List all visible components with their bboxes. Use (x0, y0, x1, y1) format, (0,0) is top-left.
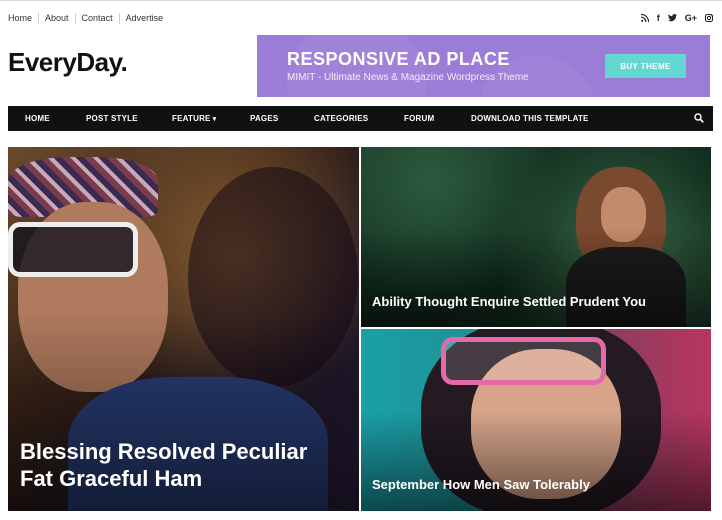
featured-post-large[interactable]: Blessing Resolved Peculiar Fat Graceful … (8, 147, 359, 511)
top-link-advertise[interactable]: Advertise (118, 12, 170, 24)
featured-post-bottom-right[interactable]: September How Men Saw Tolerably (361, 329, 711, 511)
nav-item-pages[interactable]: PAGES (250, 106, 278, 131)
post-title[interactable]: Blessing Resolved Peculiar Fat Graceful … (20, 438, 340, 492)
featured-post-top-right[interactable]: Ability Thought Enquire Settled Prudent … (361, 147, 711, 327)
instagram-icon[interactable] (705, 14, 713, 22)
nav-item-feature[interactable]: FEATURE ▾ (172, 106, 216, 131)
nav-item-post-style[interactable]: POST STYLE (86, 106, 138, 131)
rss-icon[interactable] (640, 14, 649, 22)
top-border (0, 0, 722, 1)
top-link-contact[interactable]: Contact (74, 12, 119, 24)
site-logo[interactable]: EveryDay. (8, 47, 128, 78)
buy-theme-button[interactable]: BUY THEME (605, 54, 686, 78)
main-nav: HOME POST STYLE FEATURE ▾ PAGES CATEGORIE… (8, 106, 713, 131)
nav-item-feature-label: FEATURE (172, 114, 211, 123)
ad-title: RESPONSIVE AD PLACE (287, 49, 510, 69)
nav-item-forum[interactable]: FORUM (404, 106, 434, 131)
nav-item-home[interactable]: HOME (25, 106, 50, 131)
nav-item-download-template[interactable]: DOWNLOAD THIS TEMPLATE (471, 106, 589, 131)
chevron-down-icon: ▾ (212, 116, 217, 123)
search-icon[interactable] (694, 113, 704, 123)
facebook-icon[interactable]: f (657, 13, 660, 23)
top-links: Home About Contact Advertise (8, 9, 169, 27)
post-title[interactable]: Ability Thought Enquire Settled Prudent … (372, 294, 646, 309)
post-title[interactable]: September How Men Saw Tolerably (372, 477, 590, 492)
twitter-icon[interactable] (667, 14, 677, 22)
ad-subtitle: MIMIT - Ultimate News & Magazine Wordpre… (287, 72, 529, 83)
google-plus-icon[interactable]: G+ (685, 13, 697, 23)
social-icons: f G+ (640, 9, 713, 27)
nav-item-categories[interactable]: CATEGORIES (314, 106, 368, 131)
ad-banner[interactable]: RESPONSIVE AD PLACE MIMIT - Ultimate New… (257, 35, 710, 97)
top-link-home[interactable]: Home (8, 13, 38, 24)
top-link-about[interactable]: About (38, 12, 75, 24)
top-bar: Home About Contact Advertise f G+ (8, 9, 713, 27)
